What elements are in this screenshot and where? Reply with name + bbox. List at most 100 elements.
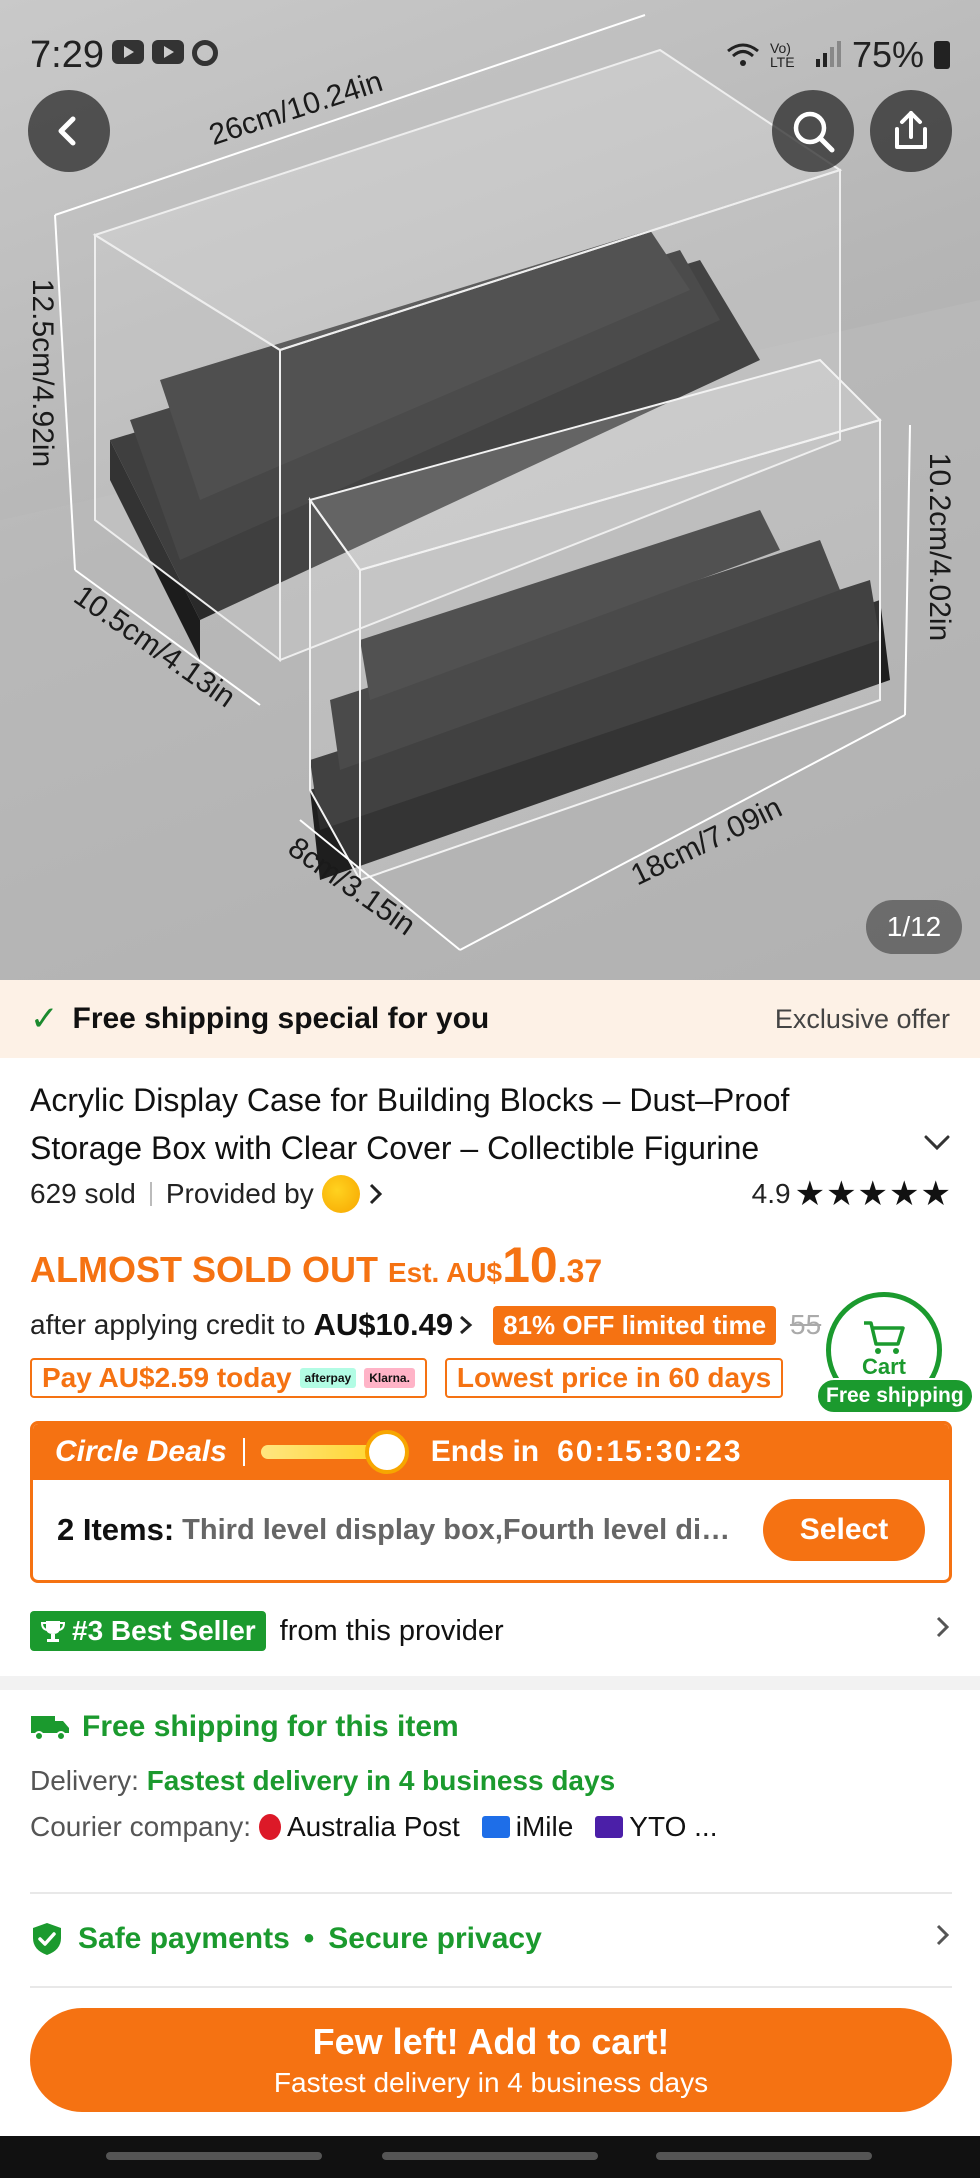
items-count: 2 Items: xyxy=(57,1512,175,1547)
courier-name: iMile xyxy=(515,1811,574,1842)
dimension-label: 10.2cm/4.02in xyxy=(923,452,957,642)
courier-imile: iMile xyxy=(481,1811,574,1843)
courier-yto: YTO ... xyxy=(595,1811,717,1843)
yto-logo xyxy=(595,1816,624,1838)
circle-deals-header: Circle Deals Ends in 60:15:30:23 xyxy=(33,1424,949,1480)
search-icon xyxy=(793,111,835,153)
discount-badge: 81% OFF limited time xyxy=(493,1305,777,1345)
wifi-icon xyxy=(727,43,759,66)
status-right: Vo) LTE 75% xyxy=(726,34,950,76)
provided-by-label: Provided by xyxy=(165,1178,314,1209)
australia-post-logo xyxy=(258,1814,281,1840)
divider xyxy=(30,1986,952,1988)
courier-label: Courier company: xyxy=(30,1811,251,1842)
deal-progress-bar xyxy=(260,1430,409,1474)
courier-info[interactable]: Courier company: Australia Post iMile YT… xyxy=(30,1811,731,1843)
free-shipping-banner[interactable]: ✓ Free shipping special for you Exclusiv… xyxy=(0,980,980,1058)
nav-handle[interactable] xyxy=(382,2152,598,2160)
add-to-cart-sublabel: Fastest delivery in 4 business days xyxy=(273,2067,709,2098)
delivery-info: Delivery: Fastest delivery in 4 business… xyxy=(30,1765,615,1797)
chevron-right-icon xyxy=(460,1315,473,1335)
cart-label: Cart xyxy=(861,1354,906,1379)
circle-deals-card[interactable]: Circle Deals Ends in 60:15:30:23 2 Items… xyxy=(30,1421,952,1583)
search-button[interactable] xyxy=(772,90,854,172)
chrome-icon xyxy=(192,40,218,66)
price-est-label: Est. AU$ xyxy=(387,1257,503,1288)
add-to-cart-button[interactable]: Few left! Add to cart! Fastest delivery … xyxy=(30,2008,952,2112)
payment-chips: Pay AU$2.59 today afterpay Klarna. Lowes… xyxy=(30,1358,784,1398)
best-seller-from: from this provider xyxy=(279,1614,504,1647)
courier-australia-post: Australia Post xyxy=(258,1811,460,1843)
chevron-right-icon xyxy=(934,1614,952,1648)
dimension-label: 12.5cm/4.92in xyxy=(26,278,60,468)
product-image[interactable]: 26cm/10.24in 12.5cm/4.92in 10.5cm/4.13in… xyxy=(0,0,980,980)
status-time: 7:29 xyxy=(30,34,104,76)
original-price: 55 xyxy=(790,1309,822,1340)
nav-handle[interactable] xyxy=(106,2152,322,2160)
countdown-timer: 60:15:30:23 xyxy=(557,1435,743,1468)
youtube-icon xyxy=(152,40,184,64)
signal-icon xyxy=(815,41,841,67)
price-row: ALMOST SOLD OUT Est. AU$ 10 .37 xyxy=(30,1236,602,1296)
image-counter: 1/12 xyxy=(866,900,962,954)
items-description: Third level display box,Fourth level dis… xyxy=(182,1513,743,1546)
chevron-down-icon xyxy=(924,1135,950,1151)
system-nav-bar xyxy=(0,2136,980,2178)
safe-payments-text: Safe payments xyxy=(78,1922,290,1955)
battery-icon xyxy=(934,41,950,69)
afterpay-logo: afterpay xyxy=(299,1368,357,1388)
chevron-left-icon xyxy=(58,116,76,146)
back-button[interactable] xyxy=(28,90,110,172)
stock-status: ALMOST SOLD OUT xyxy=(30,1249,378,1290)
secure-privacy-text: Secure privacy xyxy=(328,1922,542,1955)
sold-count: 629 sold xyxy=(30,1178,136,1209)
free-shipping-item[interactable]: Free shipping for this item xyxy=(30,1706,459,1748)
provider-logo xyxy=(321,1175,360,1213)
shield-check-icon xyxy=(33,1923,61,1955)
circle-deals-title: Circle Deals xyxy=(55,1435,227,1468)
courier-name: YTO ... xyxy=(629,1811,718,1842)
add-to-cart-label: Few left! Add to cart! xyxy=(312,2021,670,2062)
youtube-icon xyxy=(112,40,144,64)
truck-icon xyxy=(31,1716,69,1741)
expand-title-button[interactable] xyxy=(922,1128,952,1160)
product-meta: 629 sold Provided by 4.9 ★★★★★ xyxy=(30,1172,952,1216)
share-button[interactable] xyxy=(870,90,952,172)
credit-price: AU$10.49 xyxy=(313,1307,454,1342)
select-button[interactable]: Select xyxy=(763,1499,925,1561)
rating[interactable]: 4.9 ★★★★★ xyxy=(752,1174,952,1214)
price-whole: 10 xyxy=(502,1237,558,1293)
banner-text: Free shipping special for you xyxy=(72,1002,490,1035)
lte-text: Vo) LTE xyxy=(769,40,795,70)
chevron-right-icon xyxy=(934,1922,952,1956)
cart-free-shipping-badge: Free shipping xyxy=(816,1378,974,1414)
safe-payments-row[interactable]: Safe payments • Secure privacy xyxy=(30,1918,952,1960)
separator-dot: • xyxy=(303,1922,315,1955)
best-seller-row[interactable]: #3 Best Seller from this provider xyxy=(30,1609,952,1653)
free-shipping-text: Free shipping for this item xyxy=(82,1710,459,1743)
check-icon: ✓ xyxy=(30,1000,59,1038)
section-divider xyxy=(0,1676,980,1690)
pay-today-text: Pay AU$2.59 today xyxy=(42,1362,292,1393)
divider xyxy=(149,1182,152,1206)
credit-row[interactable]: after applying credit to AU$10.49 81% OF… xyxy=(30,1304,821,1346)
courier-name: Australia Post xyxy=(286,1811,460,1842)
share-icon xyxy=(895,111,927,149)
exclusive-offer: Exclusive offer xyxy=(774,1003,950,1034)
trophy-icon xyxy=(40,1621,66,1642)
product-title[interactable]: Acrylic Display Case for Building Blocks… xyxy=(30,1076,910,1172)
ends-in-label: Ends in xyxy=(430,1435,540,1468)
battery-text: 75% xyxy=(851,34,924,75)
provider-link[interactable]: Provided by xyxy=(166,1175,386,1213)
lowest-price-chip: Lowest price in 60 days xyxy=(444,1358,784,1398)
clock-icon xyxy=(364,1430,409,1474)
notification-icons xyxy=(112,40,218,66)
divider xyxy=(242,1438,245,1466)
pay-today-chip[interactable]: Pay AU$2.59 today afterpay Klarna. xyxy=(30,1358,427,1398)
cart-icon xyxy=(864,1321,905,1354)
divider xyxy=(30,1892,952,1894)
best-seller-badge: #3 Best Seller xyxy=(30,1611,266,1651)
price-cents: .37 xyxy=(557,1253,603,1289)
star-rating-icons: ★★★★★ xyxy=(794,1175,952,1213)
nav-handle[interactable] xyxy=(656,2152,872,2160)
